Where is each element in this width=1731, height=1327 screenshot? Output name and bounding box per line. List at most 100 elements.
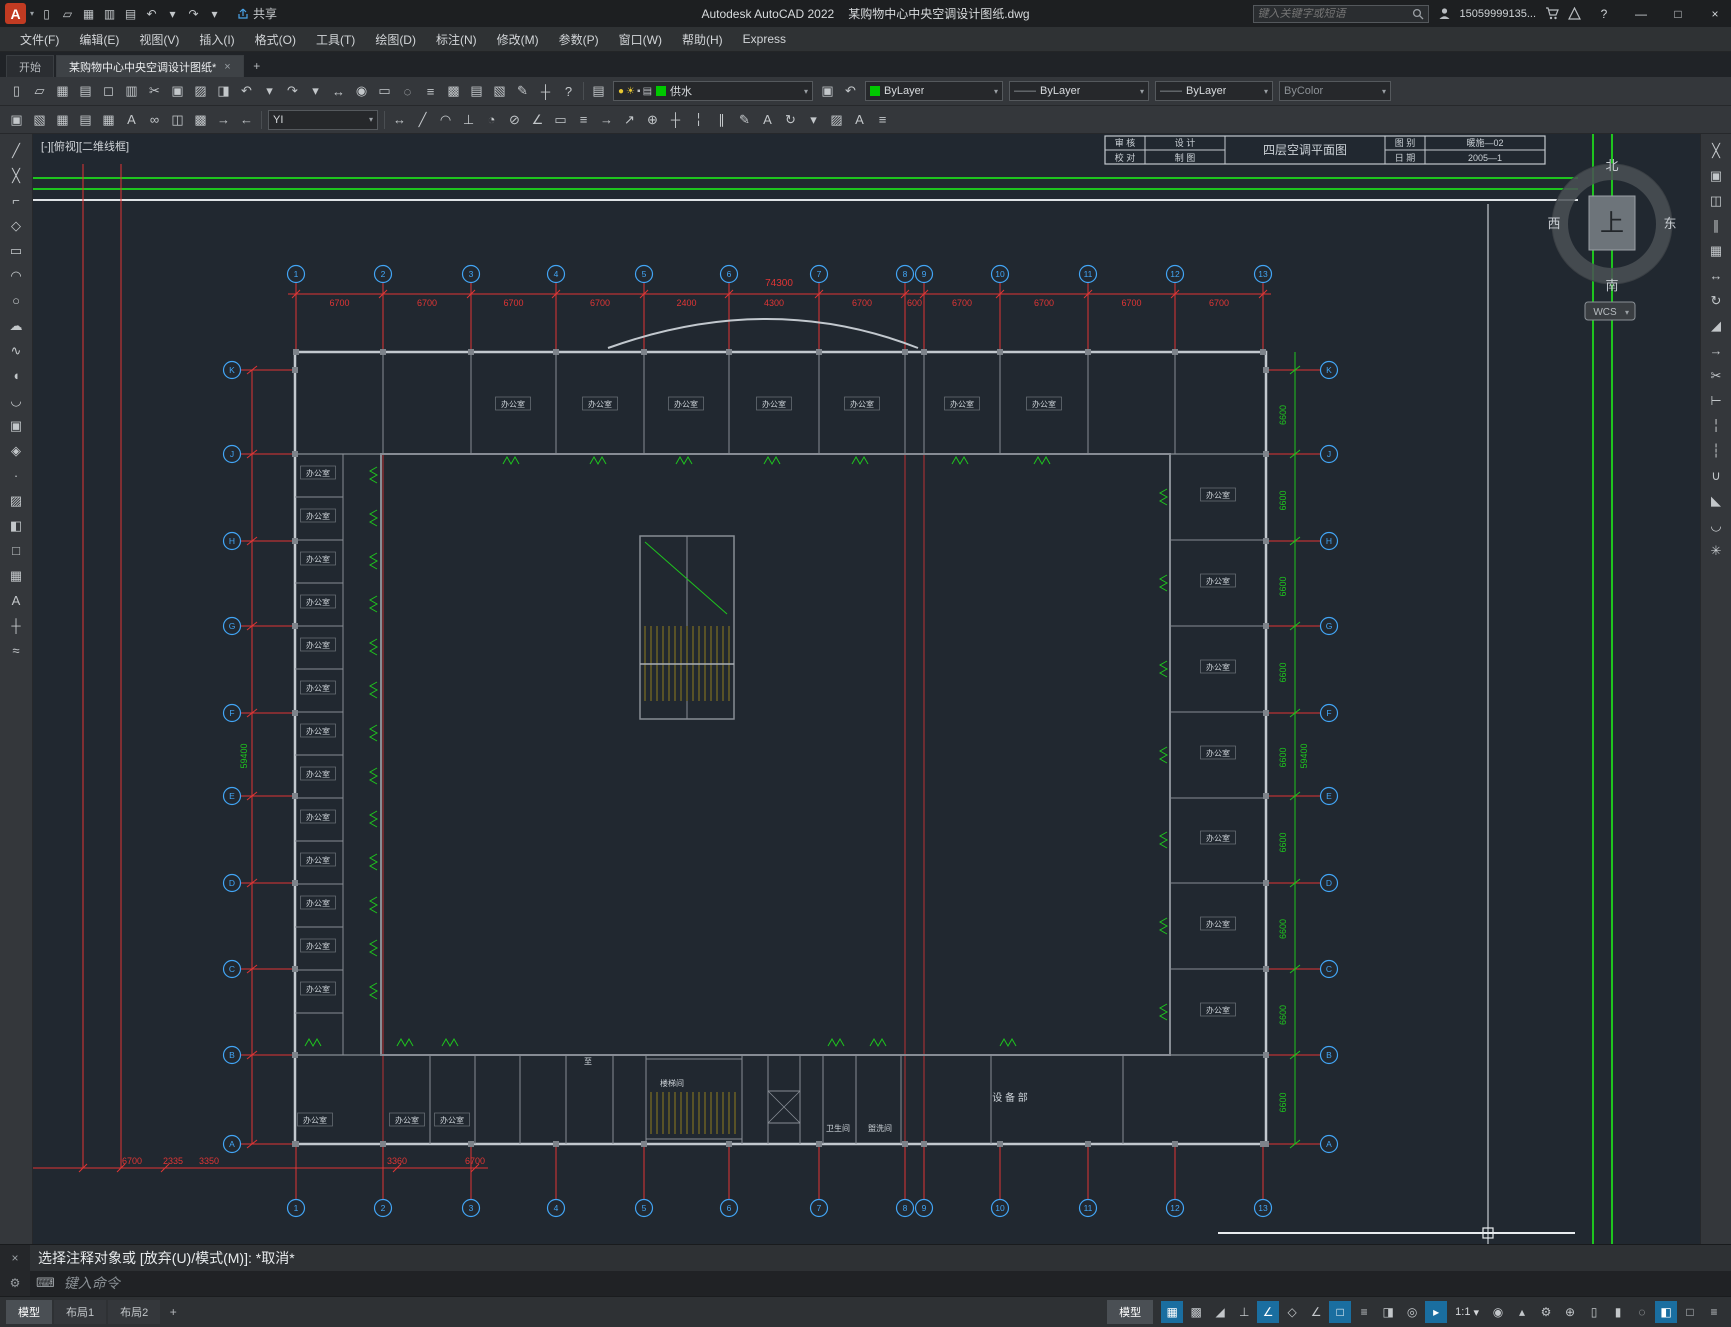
- insert-block-icon[interactable]: ▣: [4, 414, 29, 437]
- arc-length-icon[interactable]: ◠: [434, 109, 457, 131]
- multileader-icon[interactable]: ↗: [618, 109, 641, 131]
- lineweight-display-icon[interactable]: ≡: [1353, 1301, 1375, 1323]
- polyline-icon[interactable]: ⌐: [4, 189, 29, 212]
- customization-icon[interactable]: ≡: [1703, 1301, 1725, 1323]
- text-style-control[interactable]: YI ▾: [268, 109, 378, 130]
- layer-properties-icon[interactable]: ▤: [587, 80, 610, 102]
- app-logo[interactable]: A: [5, 3, 26, 24]
- save-icon[interactable]: ▦: [78, 3, 99, 24]
- stretch-icon[interactable]: →: [1704, 339, 1729, 362]
- infer-constraints-icon[interactable]: ◢: [1209, 1301, 1231, 1323]
- aligned-dimension-icon[interactable]: ╱: [411, 109, 434, 131]
- object-snap-icon[interactable]: □: [1329, 1301, 1352, 1323]
- share-button[interactable]: 共享: [237, 5, 277, 22]
- help-icon[interactable]: ?: [1590, 0, 1618, 27]
- undo-list-icon[interactable]: ▾: [258, 80, 281, 102]
- menu-item-10[interactable]: 参数(P): [549, 27, 609, 51]
- lock-ui-icon[interactable]: ▮: [1607, 1301, 1629, 1323]
- text-style-icon[interactable]: A: [848, 109, 871, 131]
- undo-icon[interactable]: ↶: [141, 3, 162, 24]
- copy-icon[interactable]: ▣: [1704, 164, 1729, 187]
- extend-icon[interactable]: ⊢: [1704, 389, 1729, 412]
- join-icon[interactable]: ∪: [1704, 464, 1729, 487]
- ordinate-icon[interactable]: ⊥: [457, 109, 480, 131]
- layout-tab-1[interactable]: 模型: [6, 1300, 52, 1324]
- ellipse-icon[interactable]: ◖: [4, 364, 29, 387]
- raster-icon[interactable]: ▩: [189, 109, 212, 131]
- dimension-text-edit-icon[interactable]: A: [756, 109, 779, 131]
- minimize-button[interactable]: —: [1627, 0, 1655, 27]
- command-customize-icon[interactable]: ⚙: [10, 1276, 21, 1290]
- fillet-icon[interactable]: ◡: [1704, 514, 1729, 537]
- search-icon[interactable]: [1412, 8, 1424, 20]
- redo-icon[interactable]: ↷: [183, 3, 204, 24]
- quick-properties-icon[interactable]: ▯: [1583, 1301, 1605, 1323]
- arc-icon[interactable]: ◠: [4, 264, 29, 287]
- pan-icon[interactable]: ↔: [327, 80, 350, 102]
- rectangle-icon[interactable]: ▭: [4, 239, 29, 262]
- ole-object-icon[interactable]: ◫: [166, 109, 189, 131]
- ortho-mode-icon[interactable]: ⊥: [1233, 1301, 1255, 1323]
- plot-icon[interactable]: ▤: [74, 80, 97, 102]
- open-file-icon[interactable]: ▱: [28, 80, 51, 102]
- measure-icon[interactable]: ≈: [4, 639, 29, 662]
- annotation-monitor-icon[interactable]: ⊕: [1559, 1301, 1581, 1323]
- properties-palette-icon[interactable]: ≡: [419, 80, 442, 102]
- menu-item-1[interactable]: 文件(F): [10, 27, 69, 51]
- lineweight-control[interactable]: —— ByLayer ▾: [1155, 81, 1273, 101]
- new-file-icon[interactable]: ▯: [36, 3, 57, 24]
- menu-item-8[interactable]: 标注(N): [426, 27, 487, 51]
- center-mark-icon[interactable]: ┼: [664, 109, 687, 131]
- make-block-icon[interactable]: ◈: [4, 439, 29, 462]
- quick-dimension-icon[interactable]: ▭: [549, 109, 572, 131]
- layer-previous-icon[interactable]: ↶: [839, 80, 862, 102]
- dimension-break-icon[interactable]: ╎: [687, 109, 710, 131]
- sheet-set-manager-icon[interactable]: ▧: [488, 80, 511, 102]
- help-icon[interactable]: ?: [557, 80, 580, 102]
- maximize-button[interactable]: □: [1664, 0, 1692, 27]
- dimension-edit-icon[interactable]: ✎: [733, 109, 756, 131]
- plot-icon[interactable]: ▤: [120, 3, 141, 24]
- radius-dimension-icon[interactable]: ◔: [480, 109, 503, 131]
- menu-item-5[interactable]: 格式(O): [245, 27, 306, 51]
- clean-screen-icon[interactable]: □: [1679, 1301, 1701, 1323]
- undo-icon[interactable]: ↶: [235, 80, 258, 102]
- markup-icon[interactable]: ✎: [511, 80, 534, 102]
- menu-item-7[interactable]: 绘图(D): [365, 27, 426, 51]
- drawing-canvas[interactable]: 74300 6700 6700 6700 6700 2400 4300 6700 600 6700…: [33, 134, 1700, 1244]
- scale-icon[interactable]: ◢: [1704, 314, 1729, 337]
- menu-item-6[interactable]: 工具(T): [306, 27, 365, 51]
- match-properties-icon[interactable]: ◨: [212, 80, 235, 102]
- graphics-performance-icon[interactable]: ◧: [1655, 1301, 1677, 1323]
- attach-image-icon[interactable]: ▦: [51, 109, 74, 131]
- gradient-icon[interactable]: ◧: [4, 514, 29, 537]
- chamfer-icon[interactable]: ◣: [1704, 489, 1729, 512]
- point-icon[interactable]: ·: [4, 464, 29, 487]
- search-input[interactable]: [1257, 7, 1408, 20]
- export-icon[interactable]: ←: [235, 109, 258, 131]
- model-paper-toggle[interactable]: 模型: [1107, 1300, 1154, 1324]
- table-icon[interactable]: ▦: [97, 109, 120, 131]
- workspace-switching-icon[interactable]: ⚙: [1535, 1301, 1557, 1323]
- polygon-icon[interactable]: ◇: [4, 214, 29, 237]
- continue-dimension-icon[interactable]: →: [595, 109, 618, 131]
- undo-list-icon[interactable]: ▾: [162, 3, 183, 24]
- tolerance-icon[interactable]: ⊕: [641, 109, 664, 131]
- multiline-text-icon[interactable]: A: [4, 589, 29, 612]
- quickcalc-icon[interactable]: ┼: [534, 80, 557, 102]
- offset-icon[interactable]: ∥: [1704, 214, 1729, 237]
- linetype-control[interactable]: —— ByLayer ▾: [1009, 81, 1149, 101]
- linear-dimension-icon[interactable]: ↔: [388, 109, 411, 131]
- chevron-down-icon[interactable]: ▾: [1473, 1306, 1479, 1319]
- move-icon[interactable]: ↔: [1704, 264, 1729, 287]
- zoom-window-icon[interactable]: ▭: [373, 80, 396, 102]
- chevron-down-icon[interactable]: ▾: [369, 115, 373, 124]
- color-control[interactable]: ByLayer ▾: [865, 81, 1003, 101]
- menu-item-2[interactable]: 编辑(E): [69, 27, 129, 51]
- properties-icon[interactable]: ≡: [871, 109, 894, 131]
- selection-cycling-icon[interactable]: ◎: [1401, 1301, 1423, 1323]
- polar-tracking-icon[interactable]: ∠: [1257, 1301, 1280, 1323]
- menu-item-9[interactable]: 修改(M): [487, 27, 549, 51]
- menu-item-13[interactable]: Express: [733, 27, 796, 51]
- redo-list-icon[interactable]: ▾: [304, 80, 327, 102]
